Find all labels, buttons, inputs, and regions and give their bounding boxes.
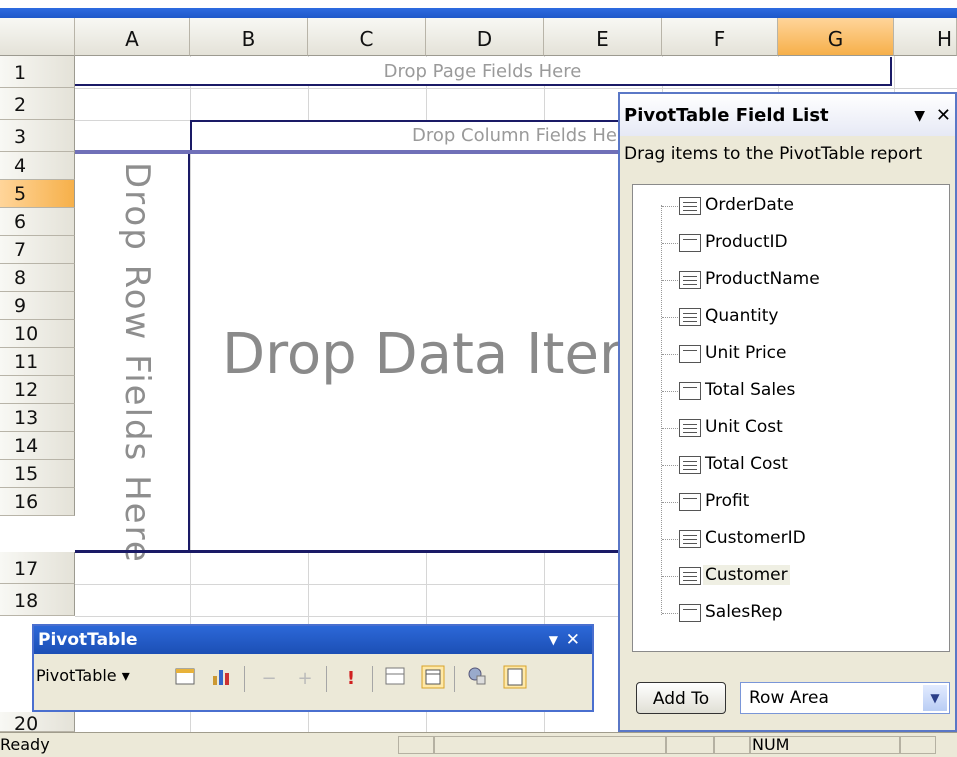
column-header-d[interactable]: D xyxy=(426,18,544,56)
format-report-icon[interactable] xyxy=(170,664,200,694)
field-item-label: Unit Price xyxy=(705,343,787,363)
field-list-titlebar[interactable]: PivotTable Field List ▼ ✕ xyxy=(620,94,955,136)
close-icon[interactable]: ✕ xyxy=(566,626,580,654)
row-header-5[interactable]: 5 xyxy=(0,180,75,208)
field-item-label: ProductName xyxy=(705,269,820,289)
field-item-label: SalesRep xyxy=(705,602,783,622)
show-detail-icon[interactable]: + xyxy=(290,664,320,694)
row-header-12[interactable]: 12 xyxy=(0,376,75,404)
row-header-2[interactable]: 2 xyxy=(0,88,75,120)
row-header-7[interactable]: 7 xyxy=(0,236,75,264)
column-header-a[interactable]: A xyxy=(75,18,190,56)
column-header-h[interactable]: H xyxy=(894,18,957,56)
include-hidden-items-icon[interactable] xyxy=(380,664,410,694)
row-header-4[interactable]: 4 xyxy=(0,152,75,180)
hide-detail-icon[interactable]: − xyxy=(254,664,284,694)
num-lock-indicator: NUM xyxy=(752,735,790,754)
row-header-16[interactable]: 16 xyxy=(0,488,75,516)
field-list-tree: OrderDate ProductID ProductName Quantity… xyxy=(632,184,950,652)
field-item-label: Customer xyxy=(703,565,790,585)
toolbar-options-icon[interactable]: ▼ xyxy=(549,626,558,654)
row-header-9[interactable]: 9 xyxy=(0,292,75,320)
column-header-g[interactable]: G xyxy=(778,18,894,56)
field-icon xyxy=(679,271,701,289)
field-icon xyxy=(679,604,701,622)
pivot-field-list-pane: PivotTable Field List ▼ ✕ Drag items to … xyxy=(618,92,957,732)
always-display-items-icon[interactable] xyxy=(418,664,448,694)
show-field-list-icon[interactable] xyxy=(500,664,530,694)
refresh-data-icon[interactable]: ! xyxy=(336,664,366,694)
row-header-10[interactable]: 10 xyxy=(0,320,75,348)
column-header-c[interactable]: C xyxy=(308,18,426,56)
row-header-1[interactable]: 1 xyxy=(0,56,75,88)
row-header-6[interactable]: 6 xyxy=(0,208,75,236)
row-header-18[interactable]: 18 xyxy=(0,584,75,616)
field-icon xyxy=(679,493,701,511)
column-header-f[interactable]: F xyxy=(662,18,778,56)
row-header-11[interactable]: 11 xyxy=(0,348,75,376)
row-header-3[interactable]: 3 xyxy=(0,120,75,152)
drop-data-items-area[interactable]: Drop Data Items Here xyxy=(192,154,620,552)
pivottable-menu[interactable]: PivotTable ▾ xyxy=(36,666,130,685)
pivottable-toolbar: PivotTable ▼ ✕ PivotTable ▾ − + ! xyxy=(32,624,594,712)
row-header-8[interactable]: 8 xyxy=(0,264,75,292)
status-ready: Ready xyxy=(0,735,50,754)
field-item-label: OrderDate xyxy=(705,195,794,215)
row-header-20[interactable]: 20 xyxy=(0,712,75,735)
field-item-label: Total Cost xyxy=(705,454,788,474)
select-all-corner[interactable] xyxy=(0,18,75,56)
area-select-value: Row Area xyxy=(749,688,829,708)
field-item-label: Unit Cost xyxy=(705,417,783,437)
row-header-15[interactable]: 15 xyxy=(0,460,75,488)
toolbar-title: PivotTable xyxy=(38,630,138,650)
drop-data-items-label: Drop Data Items Here xyxy=(222,322,620,387)
field-item-label: Profit xyxy=(705,491,750,511)
dropdown-arrow-icon[interactable]: ▼ xyxy=(914,94,925,138)
field-list-hint: Drag items to the PivotTable report xyxy=(624,144,923,164)
field-icon xyxy=(679,382,701,400)
drop-page-fields-area[interactable]: Drop Page Fields Here xyxy=(75,57,892,86)
chart-wizard-icon[interactable] xyxy=(206,664,236,694)
field-icon xyxy=(679,530,701,548)
column-headers: A B C D E F G H xyxy=(0,18,957,56)
field-item-label: Total Sales xyxy=(705,380,796,400)
field-item-label: Quantity xyxy=(705,306,779,326)
field-settings-icon[interactable] xyxy=(462,664,492,694)
column-header-e[interactable]: E xyxy=(544,18,662,56)
drop-row-fields-area[interactable]: Drop Row Fields Here xyxy=(75,154,190,564)
field-icon xyxy=(679,456,701,474)
row-header-13[interactable]: 13 xyxy=(0,404,75,432)
drop-column-fields-area[interactable]: Drop Column Fields Here xyxy=(190,120,620,152)
area-select[interactable]: Row Area ▼ xyxy=(740,682,950,714)
field-icon xyxy=(679,308,701,326)
field-icon xyxy=(679,234,701,252)
field-item-label: CustomerID xyxy=(705,528,806,548)
add-to-button[interactable]: Add To xyxy=(636,682,726,714)
toolbar-titlebar[interactable]: PivotTable ▼ ✕ xyxy=(34,626,592,654)
chevron-down-icon[interactable]: ▼ xyxy=(923,685,947,711)
pivot-bottom-border xyxy=(75,550,620,553)
field-item-label: ProductID xyxy=(705,232,788,252)
column-header-b[interactable]: B xyxy=(190,18,308,56)
status-bar: Ready NUM xyxy=(0,732,957,757)
row-header-17[interactable]: 17 xyxy=(0,552,75,584)
field-icon xyxy=(679,197,701,215)
row-header-14[interactable]: 14 xyxy=(0,432,75,460)
field-icon xyxy=(679,419,701,437)
field-icon xyxy=(679,567,701,585)
field-list-title: PivotTable Field List xyxy=(624,105,829,126)
drop-row-fields-label: Drop Row Fields Here xyxy=(117,162,157,564)
field-icon xyxy=(679,345,701,363)
close-icon[interactable]: ✕ xyxy=(936,94,951,138)
